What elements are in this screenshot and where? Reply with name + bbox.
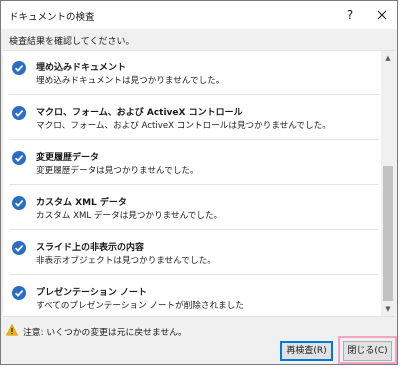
- scroll-down-icon[interactable]: ▼: [381, 302, 395, 316]
- reinspect-button[interactable]: 再検査(R): [280, 341, 333, 361]
- check-circle-icon: [12, 106, 26, 120]
- divider: [9, 274, 379, 275]
- result-description: 非表示オブジェクトは見つかりませんでした。: [36, 256, 216, 266]
- result-title: プレゼンテーション ノート: [36, 288, 147, 298]
- help-button[interactable]: ?: [342, 7, 358, 23]
- divider: [9, 94, 379, 95]
- result-description: 変更履歴データは見つかりませんでした。: [36, 166, 199, 176]
- result-title: マクロ、フォーム、および ActiveX コントロール: [36, 108, 243, 118]
- close-button[interactable]: 閉じる(C): [343, 341, 392, 361]
- vertical-scrollbar[interactable]: ▲ ▼: [381, 51, 395, 316]
- check-circle-icon: [12, 286, 26, 300]
- close-icon[interactable]: [374, 7, 390, 23]
- result-title: 埋め込みドキュメント: [36, 63, 127, 73]
- check-circle-icon: [12, 196, 26, 210]
- result-item: マクロ、フォーム、および ActiveX コントロール マクロ、フォーム、および…: [3, 96, 379, 140]
- result-description: マクロ、フォーム、および ActiveX コントロールは見つかりませんでした。: [36, 121, 331, 131]
- result-item: スライド上の非表示の内容 非表示オブジェクトは見つかりませんでした。: [3, 231, 379, 275]
- result-item: プレゼンテーション ノート すべてのプレゼンテーション ノートが削除されました: [3, 276, 379, 316]
- result-item: カスタム XML データ カスタム XML データは見つかりませんでした。: [3, 186, 379, 230]
- result-item: 変更履歴データ 変更履歴データは見つかりませんでした。: [3, 141, 379, 185]
- result-title: カスタム XML データ: [36, 198, 127, 208]
- scroll-up-icon[interactable]: ▲: [381, 51, 395, 65]
- title-bar: ドキュメントの検査 ?: [1, 1, 397, 29]
- result-title: スライド上の非表示の内容: [36, 243, 145, 253]
- result-title: 変更履歴データ: [36, 153, 100, 163]
- divider: [9, 229, 379, 230]
- divider: [9, 184, 379, 185]
- check-circle-icon: [12, 151, 26, 165]
- warning-icon: [6, 324, 18, 336]
- result-description: カスタム XML データは見つかりませんでした。: [36, 211, 223, 221]
- result-description: すべてのプレゼンテーション ノートが削除されました: [36, 301, 244, 311]
- check-circle-icon: [12, 241, 26, 255]
- dialog-title: ドキュメントの検査: [9, 12, 95, 23]
- check-circle-icon: [12, 61, 26, 75]
- results-list: 埋め込みドキュメント 埋め込みドキュメントは見つかりませんでした。 マクロ、フォ…: [3, 50, 395, 317]
- result-description: 埋め込みドキュメントは見つかりませんでした。: [36, 76, 225, 86]
- scroll-thumb[interactable]: [383, 166, 393, 301]
- document-inspector-dialog: ドキュメントの検査 ? 検査結果を確認してください。 埋め込みドキュメント 埋め…: [0, 0, 398, 365]
- instruction-text: 検査結果を確認してください。: [9, 37, 135, 47]
- result-item: 埋め込みドキュメント 埋め込みドキュメントは見つかりませんでした。: [3, 51, 379, 95]
- warning-message: 注意: いくつかの変更は元に戻せません。: [23, 328, 187, 338]
- divider: [9, 139, 379, 140]
